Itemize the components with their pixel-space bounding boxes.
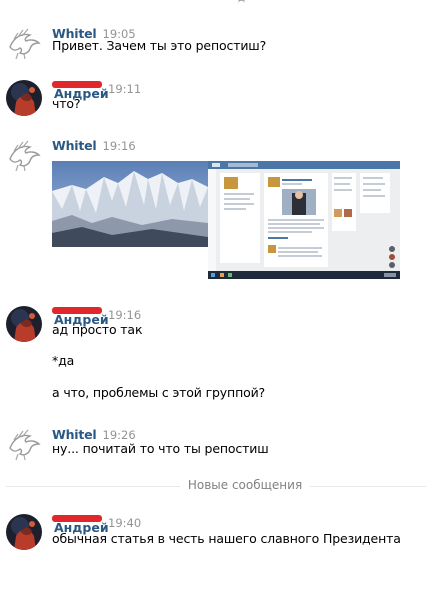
message-text: что? bbox=[52, 96, 81, 111]
message-meta: Андрей 19:16 bbox=[52, 304, 141, 327]
author-name[interactable]: Whitel bbox=[52, 138, 97, 153]
timestamp[interactable]: 19:11 bbox=[108, 82, 141, 96]
redacted-author[interactable]: Андрей bbox=[52, 81, 109, 101]
timestamp[interactable]: 19:16 bbox=[103, 139, 136, 153]
user-photo-avatar-icon bbox=[6, 514, 42, 550]
avatar[interactable] bbox=[6, 306, 42, 342]
message-meta: Whitel 19:26 bbox=[52, 424, 136, 442]
mountain-photo-icon bbox=[52, 161, 208, 247]
message-text: *да bbox=[52, 353, 75, 368]
redaction-bar bbox=[52, 307, 102, 314]
timestamp[interactable]: 19:26 bbox=[103, 428, 136, 442]
avatar[interactable] bbox=[6, 426, 42, 462]
message-meta: Whitel 19:05 bbox=[52, 23, 136, 41]
website-screenshot-attachment[interactable] bbox=[208, 161, 400, 279]
dragon-avatar-icon bbox=[6, 137, 42, 173]
author-name[interactable]: Whitel bbox=[52, 427, 97, 442]
message-text: ну... почитай то что ты репостиш bbox=[52, 441, 269, 456]
cut-off-text: д bbox=[238, 0, 254, 4]
avatar[interactable] bbox=[6, 80, 42, 116]
mountain-photo-attachment[interactable] bbox=[52, 161, 208, 247]
timestamp[interactable]: 19:40 bbox=[108, 516, 141, 530]
message-meta: Андрей 19:11 bbox=[52, 78, 141, 101]
message-text: обычная статья в честь нашего славного П… bbox=[52, 531, 401, 546]
message-text: а что, проблемы с этой группой? bbox=[52, 385, 266, 400]
dragon-avatar-icon bbox=[6, 426, 42, 462]
timestamp[interactable]: 19:16 bbox=[108, 308, 141, 322]
redaction-bar bbox=[52, 515, 102, 522]
new-messages-label: Новые сообщения bbox=[180, 478, 310, 492]
avatar[interactable] bbox=[6, 25, 42, 61]
message-text: ад просто так bbox=[52, 322, 143, 337]
avatar[interactable] bbox=[6, 137, 42, 173]
redacted-author[interactable]: Андрей bbox=[52, 515, 109, 535]
message-meta: Whitel 19:16 bbox=[52, 135, 136, 153]
user-photo-avatar-icon bbox=[6, 306, 42, 342]
redaction-bar bbox=[52, 81, 102, 88]
user-photo-avatar-icon bbox=[6, 80, 42, 116]
message-text: Привет. Зачем ты это репостиш? bbox=[52, 38, 267, 53]
screenshot-thumbnail-icon bbox=[208, 161, 400, 279]
redacted-author[interactable]: Андрей bbox=[52, 307, 109, 327]
message-meta: Андрей 19:40 bbox=[52, 512, 141, 535]
avatar[interactable] bbox=[6, 514, 42, 550]
dragon-avatar-icon bbox=[6, 25, 42, 61]
